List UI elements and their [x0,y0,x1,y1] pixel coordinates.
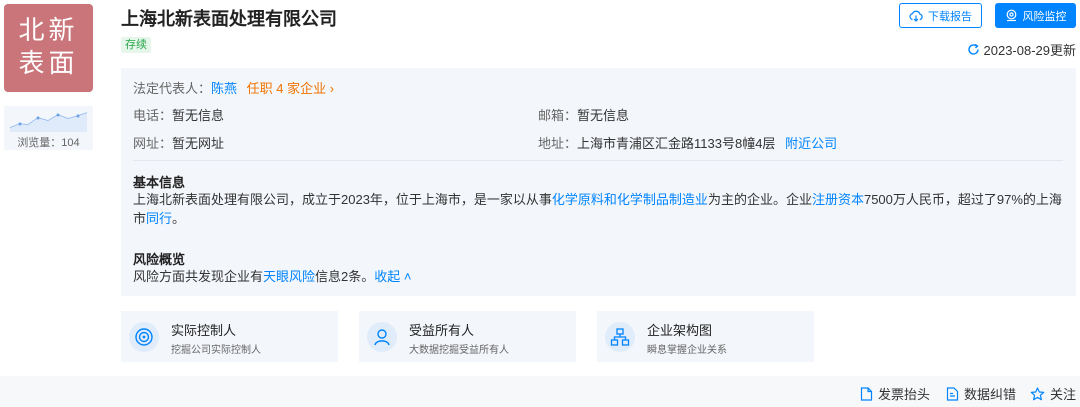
legal-representative-row: 法定代表人：陈燕 任职 4 家企业 › [133,78,334,97]
registered-capital-link[interactable]: 注册资本 [812,192,864,207]
download-report-label: 下载报告 [928,10,972,23]
company-logo: 北新 表面 [4,4,93,92]
chevron-right-icon: › [326,81,335,96]
email-row: 邮箱：暂无信息 [538,105,629,124]
status-badge: 存续 [121,37,151,53]
collapse-label: 收起 [374,269,401,284]
website-label: 网址： [133,136,173,151]
follow-label: 关注 [1050,387,1077,402]
company-name: 上海北新表面处理有限公司 [121,9,337,29]
document-icon [860,386,873,401]
star-icon [1030,386,1045,400]
edit-document-icon [946,386,959,401]
divider [133,160,1063,161]
org-chart-icon [605,322,635,352]
follow-button[interactable]: 关注 [1030,384,1076,403]
email-value: 暂无信息 [577,108,630,123]
download-report-button[interactable]: 下载报告 [899,3,982,28]
basic-info-text-a: 上海北新表面处理有限公司，成立于2023年，位于上海市，是一家以从事 [133,192,552,207]
footer-bar: 发票抬头 数据纠错 关注 [0,376,1080,407]
chevron-up-icon: ˄ [400,269,412,284]
phone-row: 电话：暂无信息 [133,105,224,124]
risk-monitor-button[interactable]: 风险监控 [995,3,1076,28]
basic-info-text-b: 为主的企业。企业 [707,192,812,207]
phone-value: 暂无信息 [172,108,225,123]
view-count-panel: 浏览量：104 [4,106,93,150]
invoice-title-button[interactable]: 发票抬头 [860,384,930,403]
legal-representative-label: 法定代表人： [133,81,212,96]
cloud-download-icon [909,10,923,22]
view-trend-sparkline-icon [9,112,88,132]
risk-text-b: 信息2条。 [315,269,375,284]
legal-representative-link[interactable]: 陈燕 [211,81,237,96]
email-label: 邮箱： [538,108,578,123]
card-title: 实际控制人 [171,323,237,338]
collapse-button[interactable]: 收起 ˄ [374,269,411,284]
risk-monitor-label: 风险监控 [1022,10,1067,23]
peers-link[interactable]: 同行 [146,211,172,226]
card-org-chart[interactable]: 企业架构图 瞬息掌握企业关系 [597,311,814,362]
website-value: 暂无网址 [172,136,225,151]
basic-info-title: 基本信息 [133,175,186,190]
view-count: 浏览量：104 [17,137,80,149]
card-actual-controller[interactable]: 实际控制人 挖掘公司实际控制人 [121,311,338,362]
website-row: 网址：暂无网址 [133,133,224,152]
card-title: 企业架构图 [647,323,713,338]
data-correction-button[interactable]: 数据纠错 [946,384,1016,403]
risk-text-a: 风险方面共发现企业有 [133,269,264,284]
data-correction-label: 数据纠错 [964,387,1017,402]
company-info-panel: 法定代表人：陈燕 任职 4 家企业 › 电话：暂无信息 邮箱：暂无信息 网址：暂… [121,68,1076,296]
basic-info-text-d: 。 [172,211,186,226]
refresh-icon [967,43,979,55]
card-title: 受益所有人 [409,323,475,338]
logo-line-1: 北新 [18,16,79,46]
location-pin-icon [1006,9,1016,22]
target-icon [129,322,159,352]
positions-link[interactable]: 任职 4 家企业 › [247,81,334,96]
card-subtitle: 瞬息掌握企业关系 [647,345,727,356]
address-label: 地址： [538,136,578,151]
basic-info-text: 上海北新表面处理有限公司，成立于2023年，位于上海市，是一家以从事化学原料和化… [133,190,1068,228]
invoice-title-label: 发票抬头 [878,387,931,402]
card-beneficial-owner[interactable]: 受益所有人 大数据挖掘受益所有人 [359,311,576,362]
tianyan-risk-link[interactable]: 天眼风险 [263,269,315,284]
phone-label: 电话： [133,108,173,123]
industry-link[interactable]: 化学原料和化学制品制造业 [552,192,708,207]
card-subtitle: 挖掘公司实际控制人 [171,345,261,356]
address-value: 上海市青浦区汇金路1133号8幢4层 [577,136,776,151]
risk-overview-text: 风险方面共发现企业有天眼风险信息2条。收起 ˄ [133,267,1068,286]
address-row: 地址：上海市青浦区汇金路1133号8幢4层 附近公司 [538,133,837,152]
card-subtitle: 大数据挖掘受益所有人 [409,345,509,356]
risk-overview-title: 风险概览 [133,252,186,267]
person-icon [367,322,397,352]
update-refresh[interactable]: 2023-08-29更新 [967,40,1077,59]
nearby-companies-link[interactable]: 附近公司 [785,136,837,151]
logo-line-2: 表面 [18,49,79,79]
positions-link-label: 任职 4 家企业 [246,81,327,96]
update-date: 2023-08-29更新 [983,43,1077,58]
